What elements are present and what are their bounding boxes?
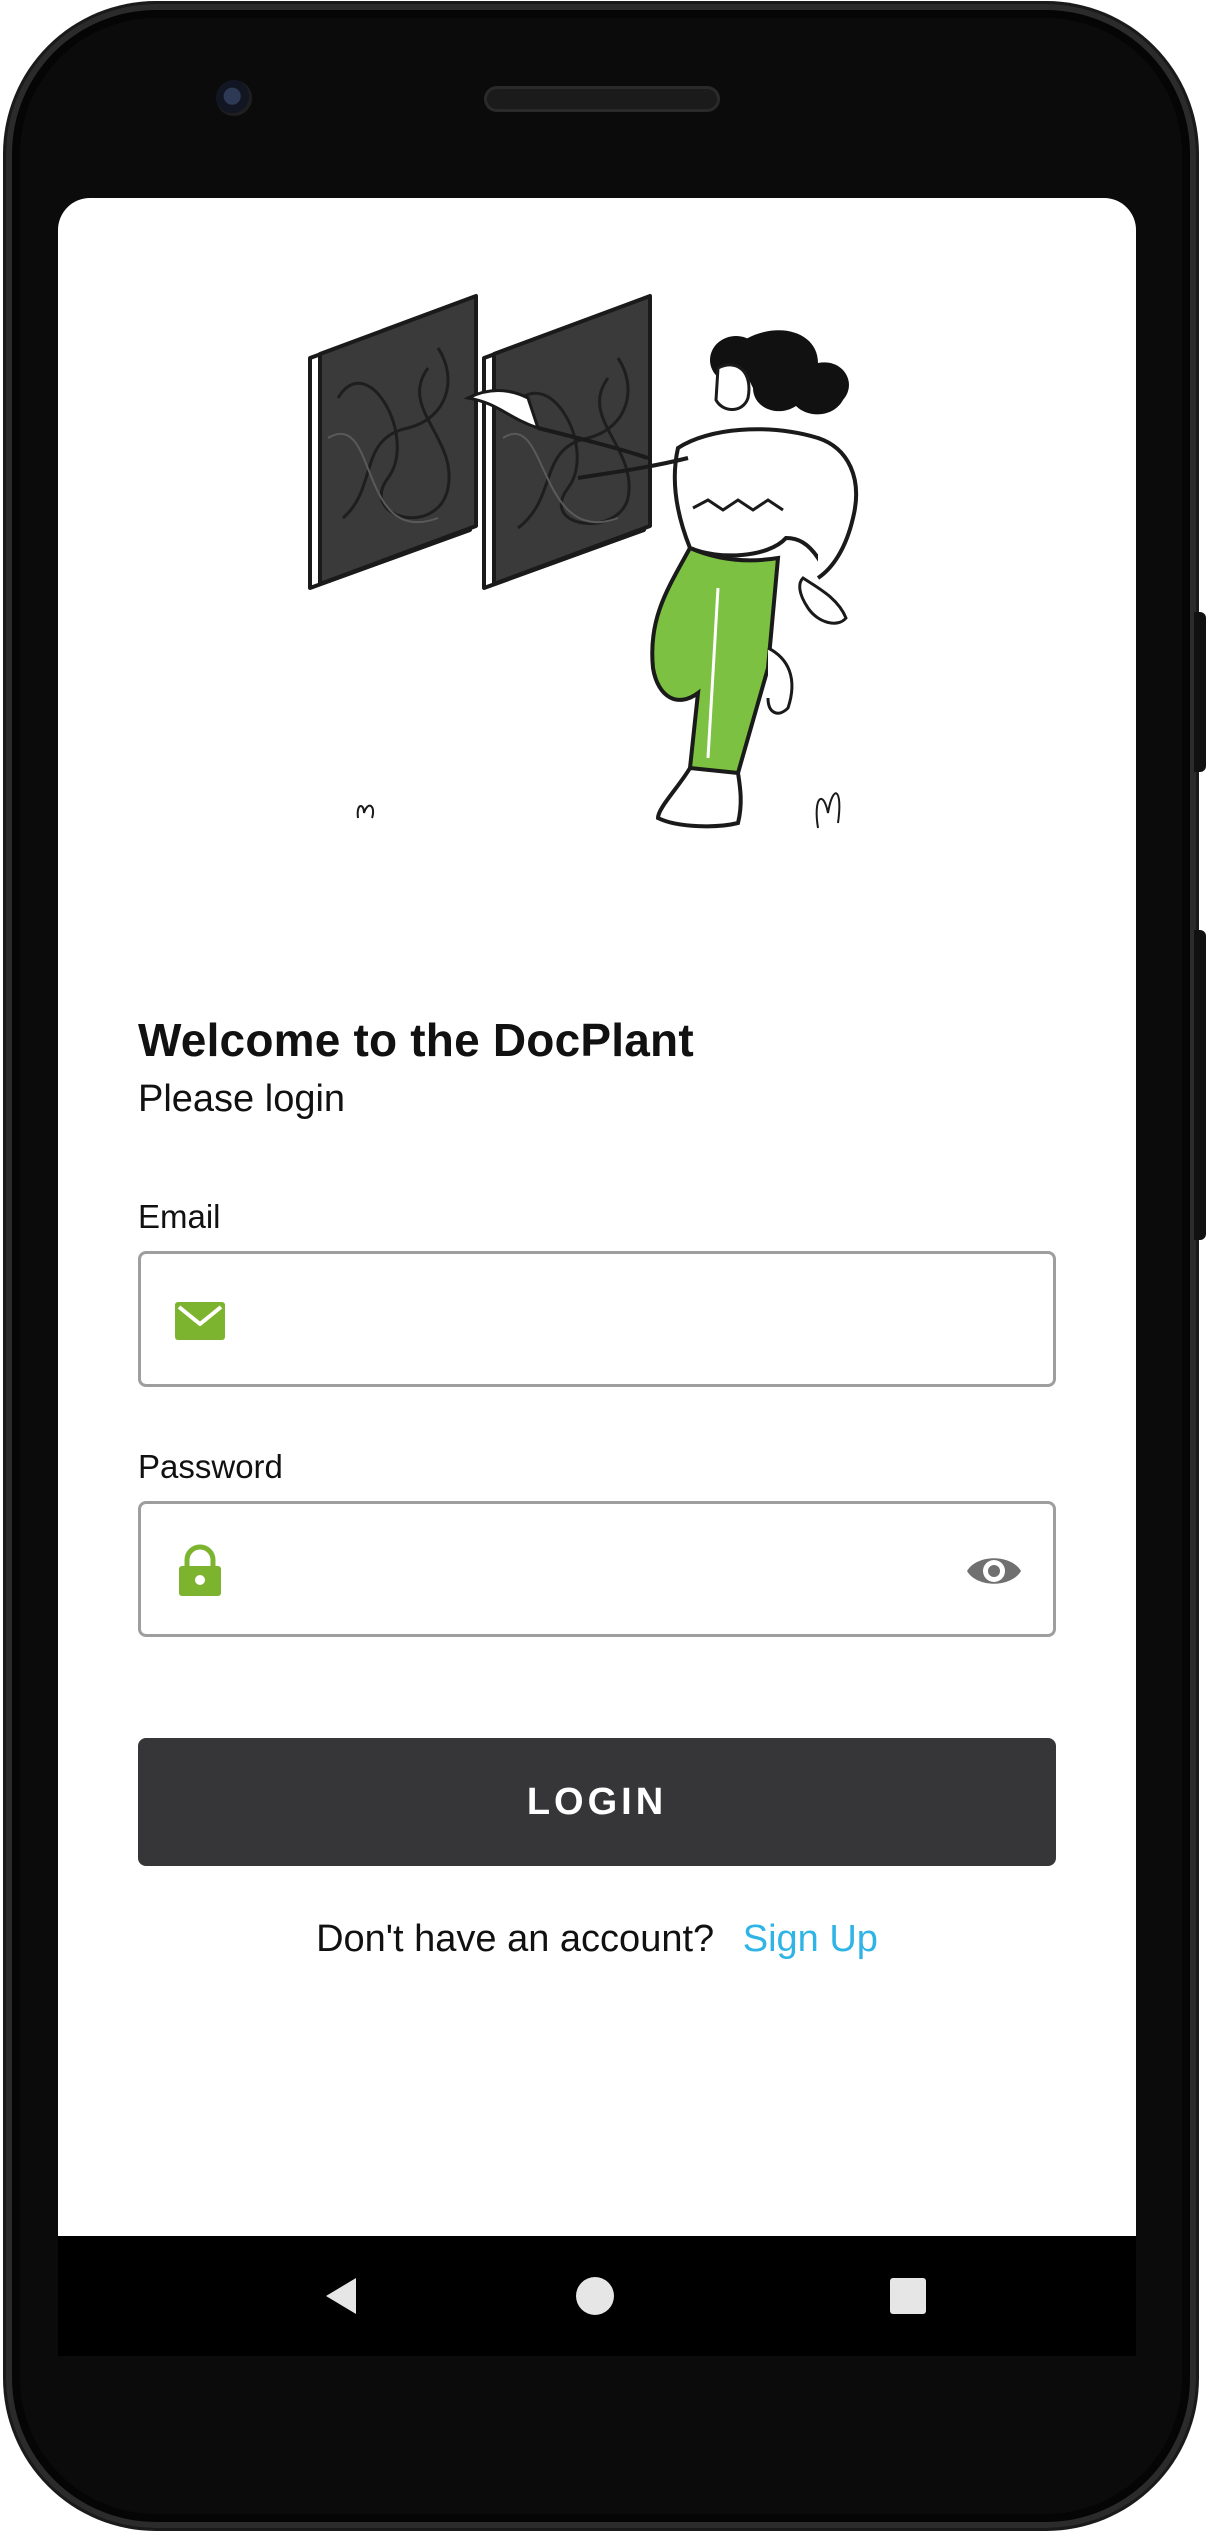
password-field[interactable]: [138, 1501, 1056, 1637]
page-subtitle: Please login: [138, 1078, 346, 1120]
eye-icon[interactable]: [965, 1548, 1023, 1594]
signup-prompt: Don't have an account?: [316, 1918, 715, 1960]
password-input[interactable]: [261, 1524, 905, 1618]
email-input[interactable]: [261, 1274, 905, 1368]
page-title: Welcome to the DocPlant: [138, 1014, 694, 1066]
volume-button: [1194, 612, 1206, 772]
password-label: Password: [138, 1448, 283, 1485]
email-field[interactable]: [138, 1251, 1056, 1387]
triangle-back-icon[interactable]: [320, 2274, 364, 2318]
email-label: Email: [138, 1198, 221, 1235]
app-screen: Welcome to the DocPlant Please login Ema…: [58, 198, 1136, 2236]
square-recents-icon[interactable]: [886, 2274, 930, 2318]
front-camera: [216, 80, 252, 116]
earpiece-speaker: [484, 86, 720, 112]
power-button: [1194, 930, 1206, 1240]
lock-icon: [179, 1544, 221, 1596]
woman-illustration: [308, 294, 859, 829]
circle-home-icon[interactable]: [573, 2274, 617, 2318]
signup-link[interactable]: Sign Up: [743, 1918, 878, 1960]
android-nav-bar: [58, 2236, 1136, 2356]
login-button[interactable]: LOGIN: [138, 1738, 1056, 1866]
envelope-icon: [175, 1302, 225, 1340]
signup-row: Don't have an account? Sign Up: [58, 1918, 1136, 1961]
